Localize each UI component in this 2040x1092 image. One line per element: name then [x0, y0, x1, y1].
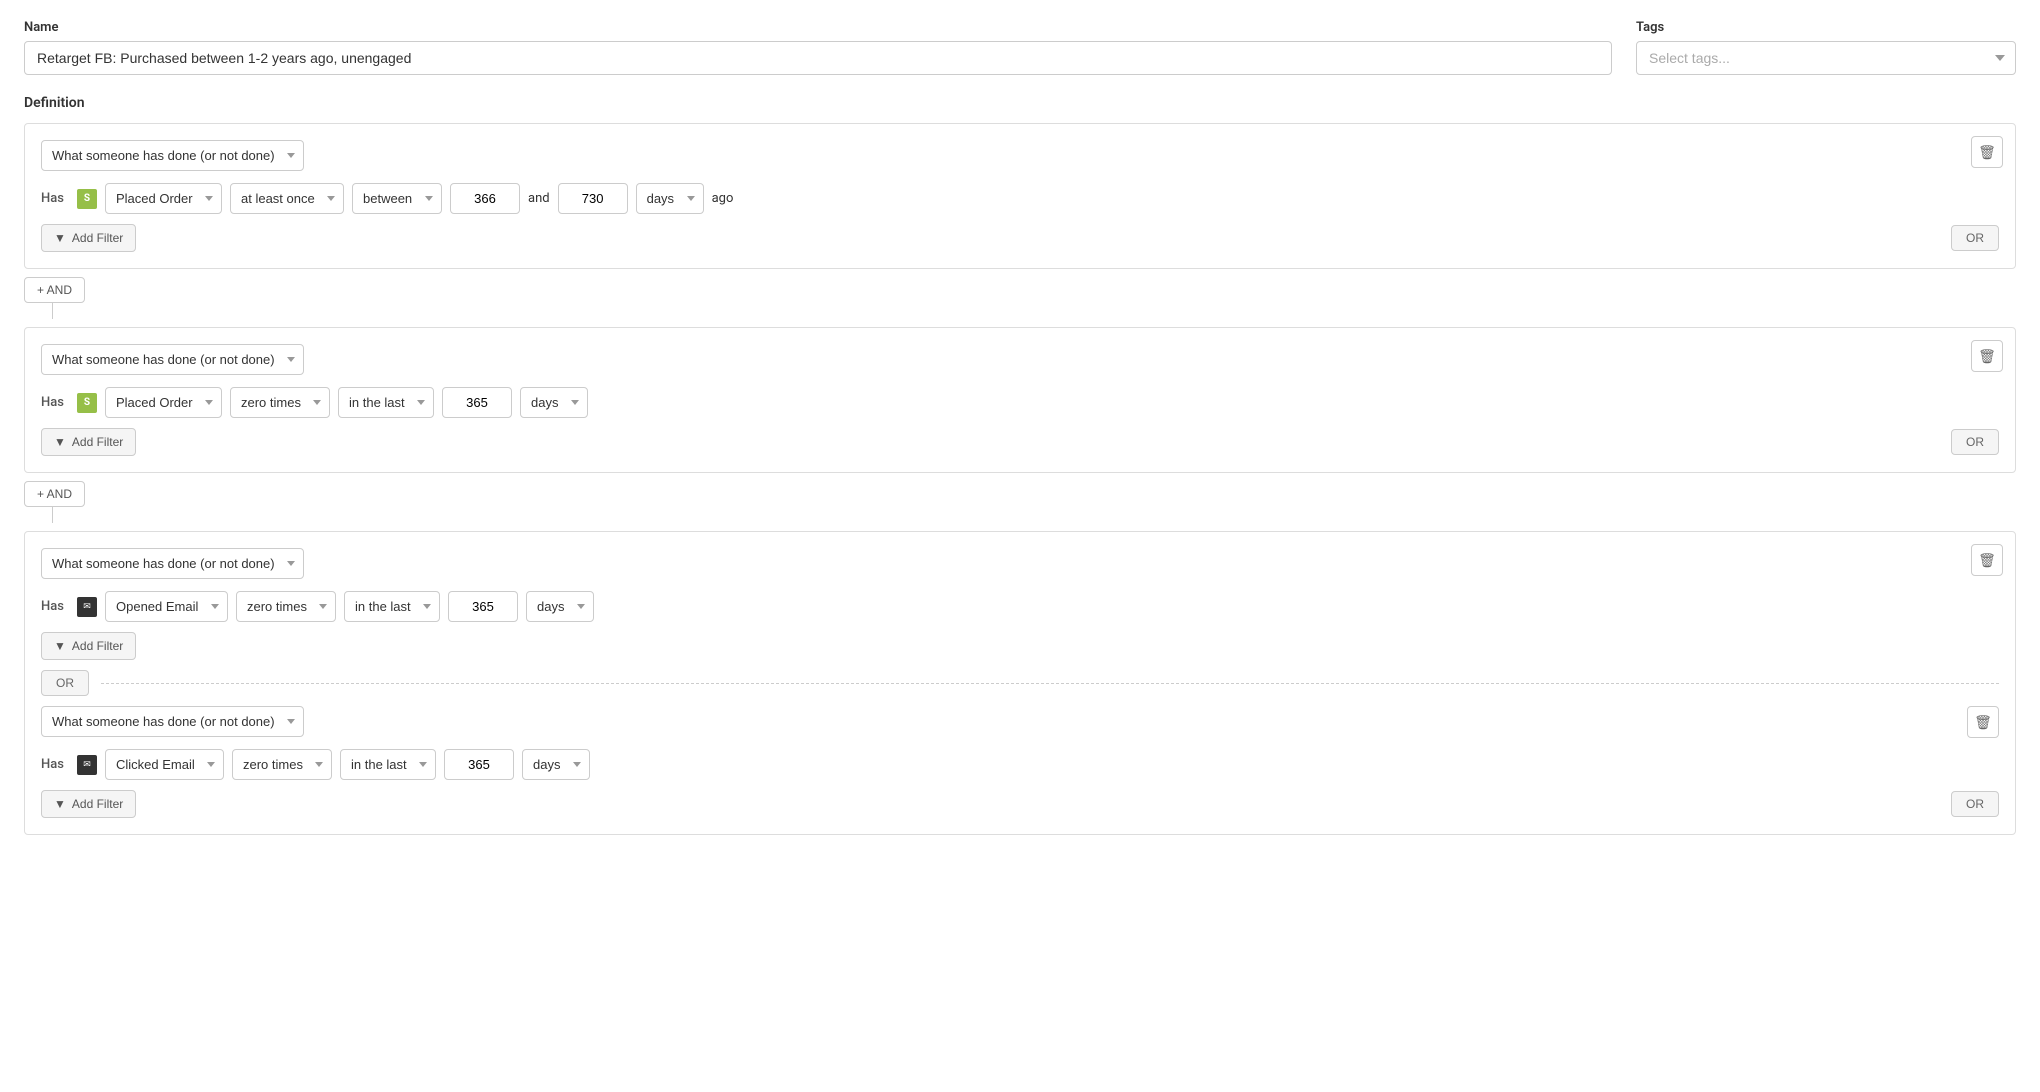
- condition-type-select-3[interactable]: What someone has done (or not done): [41, 548, 304, 579]
- or-button-1[interactable]: OR: [1951, 225, 1999, 251]
- add-filter-label-2: Add Filter: [72, 435, 123, 449]
- event-select-2[interactable]: Placed Order: [105, 387, 222, 418]
- has-label-3: Has: [41, 599, 69, 614]
- time-filter-select-4[interactable]: in the last: [340, 749, 436, 780]
- or-dashed-line: [101, 683, 1999, 684]
- tags-select[interactable]: Select tags...: [1636, 41, 2016, 75]
- trash-icon-2: 🗑: [1978, 348, 1996, 365]
- value1-input-4[interactable]: [444, 749, 514, 780]
- or-button-3[interactable]: OR: [41, 670, 89, 696]
- condition-block-2: 🗑 What someone has done (or not done) Ha…: [24, 327, 2016, 473]
- add-filter-label-4: Add Filter: [72, 797, 123, 811]
- delete-block-2-button[interactable]: 🗑: [1971, 340, 2003, 372]
- and-label-1: and: [528, 191, 550, 206]
- filter-icon-2: ▼: [54, 435, 66, 449]
- value1-input-3[interactable]: [448, 591, 518, 622]
- and-connector-2: + AND: [24, 481, 2016, 523]
- or-button-4[interactable]: OR: [1951, 791, 1999, 817]
- time-filter-select-1[interactable]: between: [352, 183, 442, 214]
- frequency-select-4[interactable]: zero times: [232, 749, 332, 780]
- condition-type-row-2: What someone has done (or not done): [41, 344, 1999, 375]
- unit-select-3[interactable]: days: [526, 591, 594, 622]
- or-divider-area: OR: [41, 670, 1999, 696]
- definition-label: Definition: [24, 95, 2016, 111]
- trash-icon-4: 🗑: [1974, 714, 1992, 731]
- condition-type-select-4[interactable]: What someone has done (or not done): [41, 706, 304, 737]
- value1-input-2[interactable]: [442, 387, 512, 418]
- delete-block-3-button[interactable]: 🗑: [1971, 544, 2003, 576]
- has-label-1: Has: [41, 191, 69, 206]
- condition-row-3: Has ✉ Opened Email zero times in the las…: [41, 591, 1999, 622]
- has-label-2: Has: [41, 395, 69, 410]
- add-filter-button-3[interactable]: ▼ Add Filter: [41, 632, 136, 660]
- and-button-1[interactable]: + AND: [24, 277, 85, 303]
- condition-type-row-3: What someone has done (or not done): [41, 548, 1999, 579]
- condition-type-row-1: What someone has done (or not done): [41, 140, 1999, 171]
- event-select-1[interactable]: Placed Order: [105, 183, 222, 214]
- condition-row-2: Has S Placed Order zero times in the las…: [41, 387, 1999, 418]
- add-filter-button-2[interactable]: ▼ Add Filter: [41, 428, 136, 456]
- and-line-1: [52, 303, 53, 319]
- top-row: Name Tags Select tags...: [24, 20, 2016, 75]
- name-input[interactable]: [24, 41, 1612, 75]
- condition-type-select-1[interactable]: What someone has done (or not done): [41, 140, 304, 171]
- filter-icon-4: ▼: [54, 797, 66, 811]
- email-icon-3: ✉: [77, 597, 97, 617]
- time-filter-select-2[interactable]: in the last: [338, 387, 434, 418]
- filter-icon-3: ▼: [54, 639, 66, 653]
- add-filter-label-3: Add Filter: [72, 639, 123, 653]
- tags-label: Tags: [1636, 20, 2016, 35]
- trash-icon-3: 🗑: [1978, 552, 1996, 569]
- shopify-icon-2: S: [77, 393, 97, 413]
- condition-block-3: 🗑 What someone has done (or not done) Ha…: [24, 531, 2016, 835]
- has-label-4: Has: [41, 757, 69, 772]
- shopify-icon-1: S: [77, 189, 97, 209]
- condition-type-select-2[interactable]: What someone has done (or not done): [41, 344, 304, 375]
- condition-block-1: 🗑 What someone has done (or not done) Ha…: [24, 123, 2016, 269]
- and-button-2[interactable]: + AND: [24, 481, 85, 507]
- value2-input-1[interactable]: [558, 183, 628, 214]
- delete-block-4-button[interactable]: 🗑: [1967, 706, 1999, 738]
- condition-type-row-4: What someone has done (or not done) 🗑: [41, 706, 1999, 737]
- ago-label-1: ago: [712, 191, 734, 206]
- add-filter-label-1: Add Filter: [72, 231, 123, 245]
- tags-section: Tags Select tags...: [1636, 20, 2016, 75]
- frequency-select-3[interactable]: zero times: [236, 591, 336, 622]
- condition-row-4: Has ✉ Clicked Email zero times in the la…: [41, 749, 1999, 780]
- time-filter-select-3[interactable]: in the last: [344, 591, 440, 622]
- name-section: Name: [24, 20, 1612, 75]
- frequency-select-1[interactable]: at least once: [230, 183, 344, 214]
- trash-icon-1: 🗑: [1978, 144, 1996, 161]
- email-icon-4: ✉: [77, 755, 97, 775]
- name-label: Name: [24, 20, 1612, 35]
- event-select-4[interactable]: Clicked Email: [105, 749, 224, 780]
- add-filter-button-4[interactable]: ▼ Add Filter: [41, 790, 136, 818]
- add-filter-button-1[interactable]: ▼ Add Filter: [41, 224, 136, 252]
- unit-select-2[interactable]: days: [520, 387, 588, 418]
- and-connector-1: + AND: [24, 277, 2016, 319]
- filter-icon-1: ▼: [54, 231, 66, 245]
- or-button-2[interactable]: OR: [1951, 429, 1999, 455]
- condition-row-1: Has S Placed Order at least once between…: [41, 183, 1999, 214]
- unit-select-1[interactable]: days: [636, 183, 704, 214]
- and-line-2: [52, 507, 53, 523]
- frequency-select-2[interactable]: zero times: [230, 387, 330, 418]
- value1-input-1[interactable]: [450, 183, 520, 214]
- event-select-3[interactable]: Opened Email: [105, 591, 228, 622]
- unit-select-4[interactable]: days: [522, 749, 590, 780]
- delete-block-1-button[interactable]: 🗑: [1971, 136, 2003, 168]
